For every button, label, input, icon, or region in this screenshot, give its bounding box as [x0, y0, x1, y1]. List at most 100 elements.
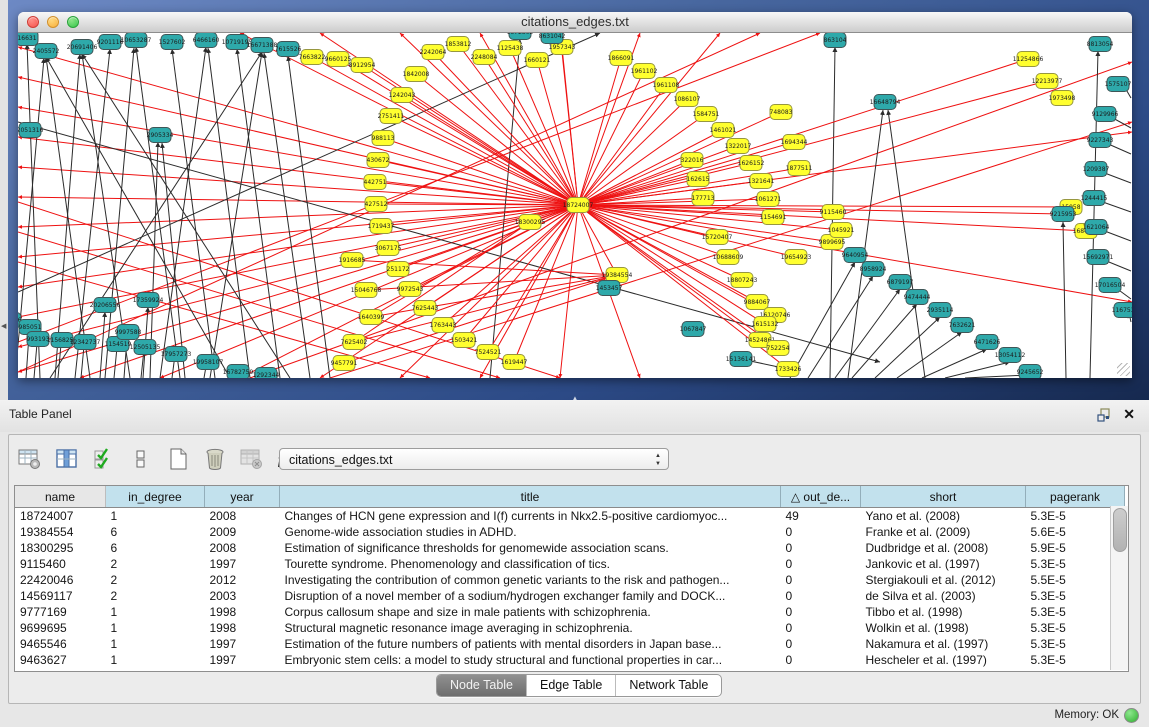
graph-node[interactable]: 9972543	[397, 282, 424, 297]
table-row[interactable]: 946362711997Embryonic stem cells: a mode…	[15, 652, 1125, 668]
graph-node[interactable]: 15136141	[726, 352, 757, 367]
graph-node[interactable]: 1763443	[430, 318, 457, 333]
graph-node[interactable]: 442751	[364, 175, 387, 190]
graph-node[interactable]: 2248084	[471, 50, 498, 65]
window-titlebar[interactable]: citations_edges.txt	[18, 12, 1132, 33]
graph-node[interactable]: 9474444	[904, 290, 931, 305]
graph-node[interactable]: 10653287	[121, 33, 152, 48]
table-cell[interactable]: Estimation of significance thresholds fo…	[280, 540, 781, 556]
graph-node[interactable]: 1916685	[339, 253, 366, 268]
graph-node[interactable]: 1045921	[828, 223, 855, 238]
graph-node[interactable]: 1640399	[358, 310, 385, 325]
graph-node[interactable]: 12342737	[70, 335, 101, 350]
column-header-in_degree[interactable]: in_degree	[106, 486, 205, 508]
table-columns-icon[interactable]	[54, 446, 80, 472]
graph-node[interactable]: 6879197	[887, 275, 914, 290]
graph-node[interactable]: 20206556	[90, 298, 121, 313]
table-cell[interactable]: 1	[106, 604, 205, 620]
table-cell[interactable]: 1	[106, 652, 205, 668]
table-cell[interactable]: Tourette syndrome. Phenomenology and cla…	[280, 556, 781, 572]
table-cell[interactable]: Hescheler et al. (1997)	[861, 652, 1026, 668]
graph-node[interactable]: 752254	[767, 341, 790, 356]
graph-node[interactable]: 7524521	[475, 345, 502, 360]
table-cell[interactable]: Jankovic et al. (1997)	[861, 556, 1026, 572]
table-cell[interactable]: de Silva et al. (2003)	[861, 588, 1026, 604]
graph-node[interactable]: 16648794	[870, 95, 901, 110]
graph-node[interactable]: 2405572	[33, 44, 60, 59]
table-cell[interactable]: 0	[781, 652, 861, 668]
graph-node[interactable]: 427512	[365, 197, 388, 212]
graph-node[interactable]: 7625402	[341, 335, 368, 350]
table-cell[interactable]: Franke et al. (2009)	[861, 524, 1026, 540]
graph-node[interactable]: 1733426	[775, 362, 802, 377]
table-cell[interactable]: Dudbridge et al. (2008)	[861, 540, 1026, 556]
table-row[interactable]: 977716911998Corpus callosum shape and si…	[15, 604, 1125, 620]
table-cell[interactable]: Corpus callosum shape and size in male p…	[280, 604, 781, 620]
graph-node[interactable]: 1154691	[760, 210, 787, 225]
graph-node[interactable]: 17016504	[1095, 278, 1126, 293]
tab-node-table[interactable]: Node Table	[437, 675, 527, 696]
graph-node[interactable]: 9201116	[97, 35, 124, 50]
graph-node[interactable]: 1619447	[501, 355, 528, 370]
graph-node[interactable]: 1527602	[159, 35, 186, 50]
new-file-icon[interactable]	[165, 446, 191, 472]
graph-node[interactable]: 18807243	[727, 273, 758, 288]
table-cell[interactable]: 9699695	[15, 620, 106, 636]
graph-node[interactable]: 1061271	[755, 192, 782, 207]
table-cell[interactable]: 18300295	[15, 540, 106, 556]
graph-node[interactable]: 13054112	[995, 348, 1026, 363]
graph-node[interactable]: 1242043	[389, 88, 416, 103]
graph-node[interactable]: 19654923	[781, 250, 812, 265]
table-cell[interactable]: 1	[106, 636, 205, 652]
graph-node[interactable]: 7615526	[275, 42, 302, 57]
table-cell[interactable]: Yano et al. (2008)	[861, 508, 1026, 525]
scrollbar-thumb[interactable]	[1113, 508, 1127, 552]
table-selector-dropdown[interactable]: citations_edges.txt ▲▼	[279, 448, 669, 470]
graph-node[interactable]: 1572302	[507, 33, 534, 40]
graph-node[interactable]: 1322017	[725, 139, 752, 154]
table-cell[interactable]: Disruption of a novel member of a sodium…	[280, 588, 781, 604]
graph-node[interactable]: 3067175	[375, 241, 402, 256]
graph-node[interactable]: 2242064	[420, 45, 447, 60]
graph-node[interactable]: 9245652	[1017, 365, 1044, 379]
table-cell[interactable]: 0	[781, 572, 861, 588]
table-cell[interactable]: 1	[106, 508, 205, 525]
table-cell[interactable]: 2	[106, 588, 205, 604]
table-cell[interactable]: 2008	[205, 540, 280, 556]
graph-node[interactable]: 9640954	[842, 248, 869, 263]
table-cell[interactable]: 6	[106, 540, 205, 556]
graph-node[interactable]: 18300295	[515, 215, 546, 230]
graph-node[interactable]: 2935114	[927, 303, 954, 318]
graph-node[interactable]: 16671388	[247, 38, 278, 53]
table-cell[interactable]: 2	[106, 572, 205, 588]
table-cell[interactable]: Nakamura et al. (1997)	[861, 636, 1026, 652]
graph-node[interactable]: 1321641	[748, 174, 775, 189]
graph-node[interactable]: 10688609	[713, 250, 744, 265]
table-cell[interactable]: 9115460	[15, 556, 106, 572]
table-cell[interactable]: Changes of HCN gene expression and I(f) …	[280, 508, 781, 525]
graph-node[interactable]: 1842008	[403, 67, 430, 82]
table-cell[interactable]: Embryonic stem cells: a model to study s…	[280, 652, 781, 668]
table-cell[interactable]: 14569117	[15, 588, 106, 604]
graph-node[interactable]: 9129966	[1092, 107, 1119, 122]
graph-node[interactable]: 863104	[824, 33, 847, 48]
table-cell[interactable]: 0	[781, 556, 861, 572]
table-cell[interactable]: 2003	[205, 588, 280, 604]
graph-node[interactable]: 12213977	[1032, 74, 1063, 89]
graph-node[interactable]: 11254866	[1013, 52, 1044, 67]
graph-node[interactable]: 19958107	[193, 355, 224, 370]
graph-node[interactable]: 12505135	[130, 340, 161, 355]
column-header-pagerank[interactable]: pagerank	[1026, 486, 1125, 508]
graph-node[interactable]: 9884067	[744, 295, 771, 310]
graph-node[interactable]: 1621064	[1083, 220, 1110, 235]
delete-icon[interactable]	[202, 446, 228, 472]
table-cell[interactable]: 18724007	[15, 508, 106, 525]
table-row[interactable]: 2242004622012Investigating the contribut…	[15, 572, 1125, 588]
table-cell[interactable]: 19384554	[15, 524, 106, 540]
citation-network-graph[interactable]: 1872400722420641842008124204327514119881…	[18, 33, 1132, 378]
graph-node[interactable]: 1961102	[631, 64, 658, 79]
graph-node[interactable]: 1244415	[1081, 191, 1108, 206]
graph-node[interactable]: 177713	[692, 191, 715, 206]
graph-node[interactable]: 1961108	[653, 78, 680, 93]
graph-node[interactable]: 18724007	[563, 198, 594, 213]
